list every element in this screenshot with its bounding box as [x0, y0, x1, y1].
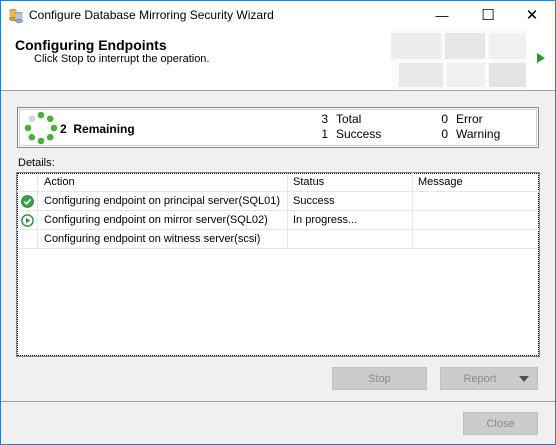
details-label: Details:	[18, 157, 55, 169]
minimize-button[interactable]: —	[419, 1, 465, 29]
play-arrow-icon	[537, 53, 545, 63]
window-title: Configure Database Mirroring Security Wi…	[29, 8, 274, 22]
total-label: Total	[336, 112, 362, 126]
page-subtitle: Click Stop to interrupt the operation.	[34, 53, 210, 65]
table-row[interactable]: Configuring endpoint on principal server…	[17, 192, 539, 211]
details-grid[interactable]: Action Status Message Configuring endpoi…	[16, 172, 540, 357]
remaining-count: 2	[60, 122, 67, 136]
row-action: Configuring endpoint on witness server(s…	[38, 230, 288, 249]
row-action: Configuring endpoint on principal server…	[38, 192, 288, 211]
database-app-icon	[9, 9, 23, 23]
page-title: Configuring Endpoints	[15, 37, 167, 53]
close-icon: ✕	[525, 7, 539, 24]
stop-button[interactable]: Stop	[332, 367, 427, 390]
footer-divider	[1, 401, 555, 402]
in-progress-arrow-icon	[21, 214, 34, 227]
error-count: 0	[441, 112, 448, 126]
success-check-icon	[21, 195, 34, 208]
success-count: 1	[321, 127, 328, 141]
row-message	[413, 211, 539, 230]
close-button-label: Close	[486, 417, 515, 430]
warning-count: 0	[441, 127, 448, 141]
column-header-action[interactable]: Action	[38, 173, 288, 192]
wizard-window: Configure Database Mirroring Security Wi…	[0, 0, 556, 445]
close-window-button[interactable]: ✕	[509, 1, 555, 29]
table-row[interactable]: Configuring endpoint on mirror server(SQ…	[17, 211, 539, 230]
progress-spinner-icon	[24, 111, 58, 145]
header-decoration	[391, 29, 526, 90]
warning-label: Warning	[456, 127, 501, 141]
title-bar[interactable]: Configure Database Mirroring Security Wi…	[1, 1, 555, 29]
maximize-button[interactable]: ☐	[465, 1, 511, 29]
progress-summary: 2 Remaining 3 Total 1 Success 0 Error 0 …	[17, 107, 539, 148]
report-button[interactable]: Report	[440, 367, 538, 390]
maximize-icon: ☐	[481, 7, 495, 24]
grid-header-row: Action Status Message	[17, 173, 539, 192]
row-message	[413, 230, 539, 249]
success-label: Success	[336, 127, 382, 141]
chevron-down-icon	[519, 376, 529, 382]
row-status: In progress...	[288, 211, 413, 230]
column-header-message[interactable]: Message	[413, 173, 539, 192]
minimize-icon: —	[435, 7, 449, 23]
report-button-label: Report	[463, 372, 497, 385]
row-action: Configuring endpoint on mirror server(SQ…	[38, 211, 288, 230]
row-message	[413, 192, 539, 211]
row-status	[288, 230, 413, 249]
remaining-label: Remaining	[73, 122, 135, 136]
stop-button-label: Stop	[368, 372, 391, 385]
column-header-status[interactable]: Status	[288, 173, 413, 192]
total-count: 3	[321, 112, 328, 126]
close-button[interactable]: Close	[463, 412, 538, 435]
row-status: Success	[288, 192, 413, 211]
wizard-header: Configuring Endpoints Click Stop to inte…	[1, 29, 555, 91]
table-row[interactable]: Configuring endpoint on witness server(s…	[17, 230, 539, 249]
error-label: Error	[456, 112, 483, 126]
